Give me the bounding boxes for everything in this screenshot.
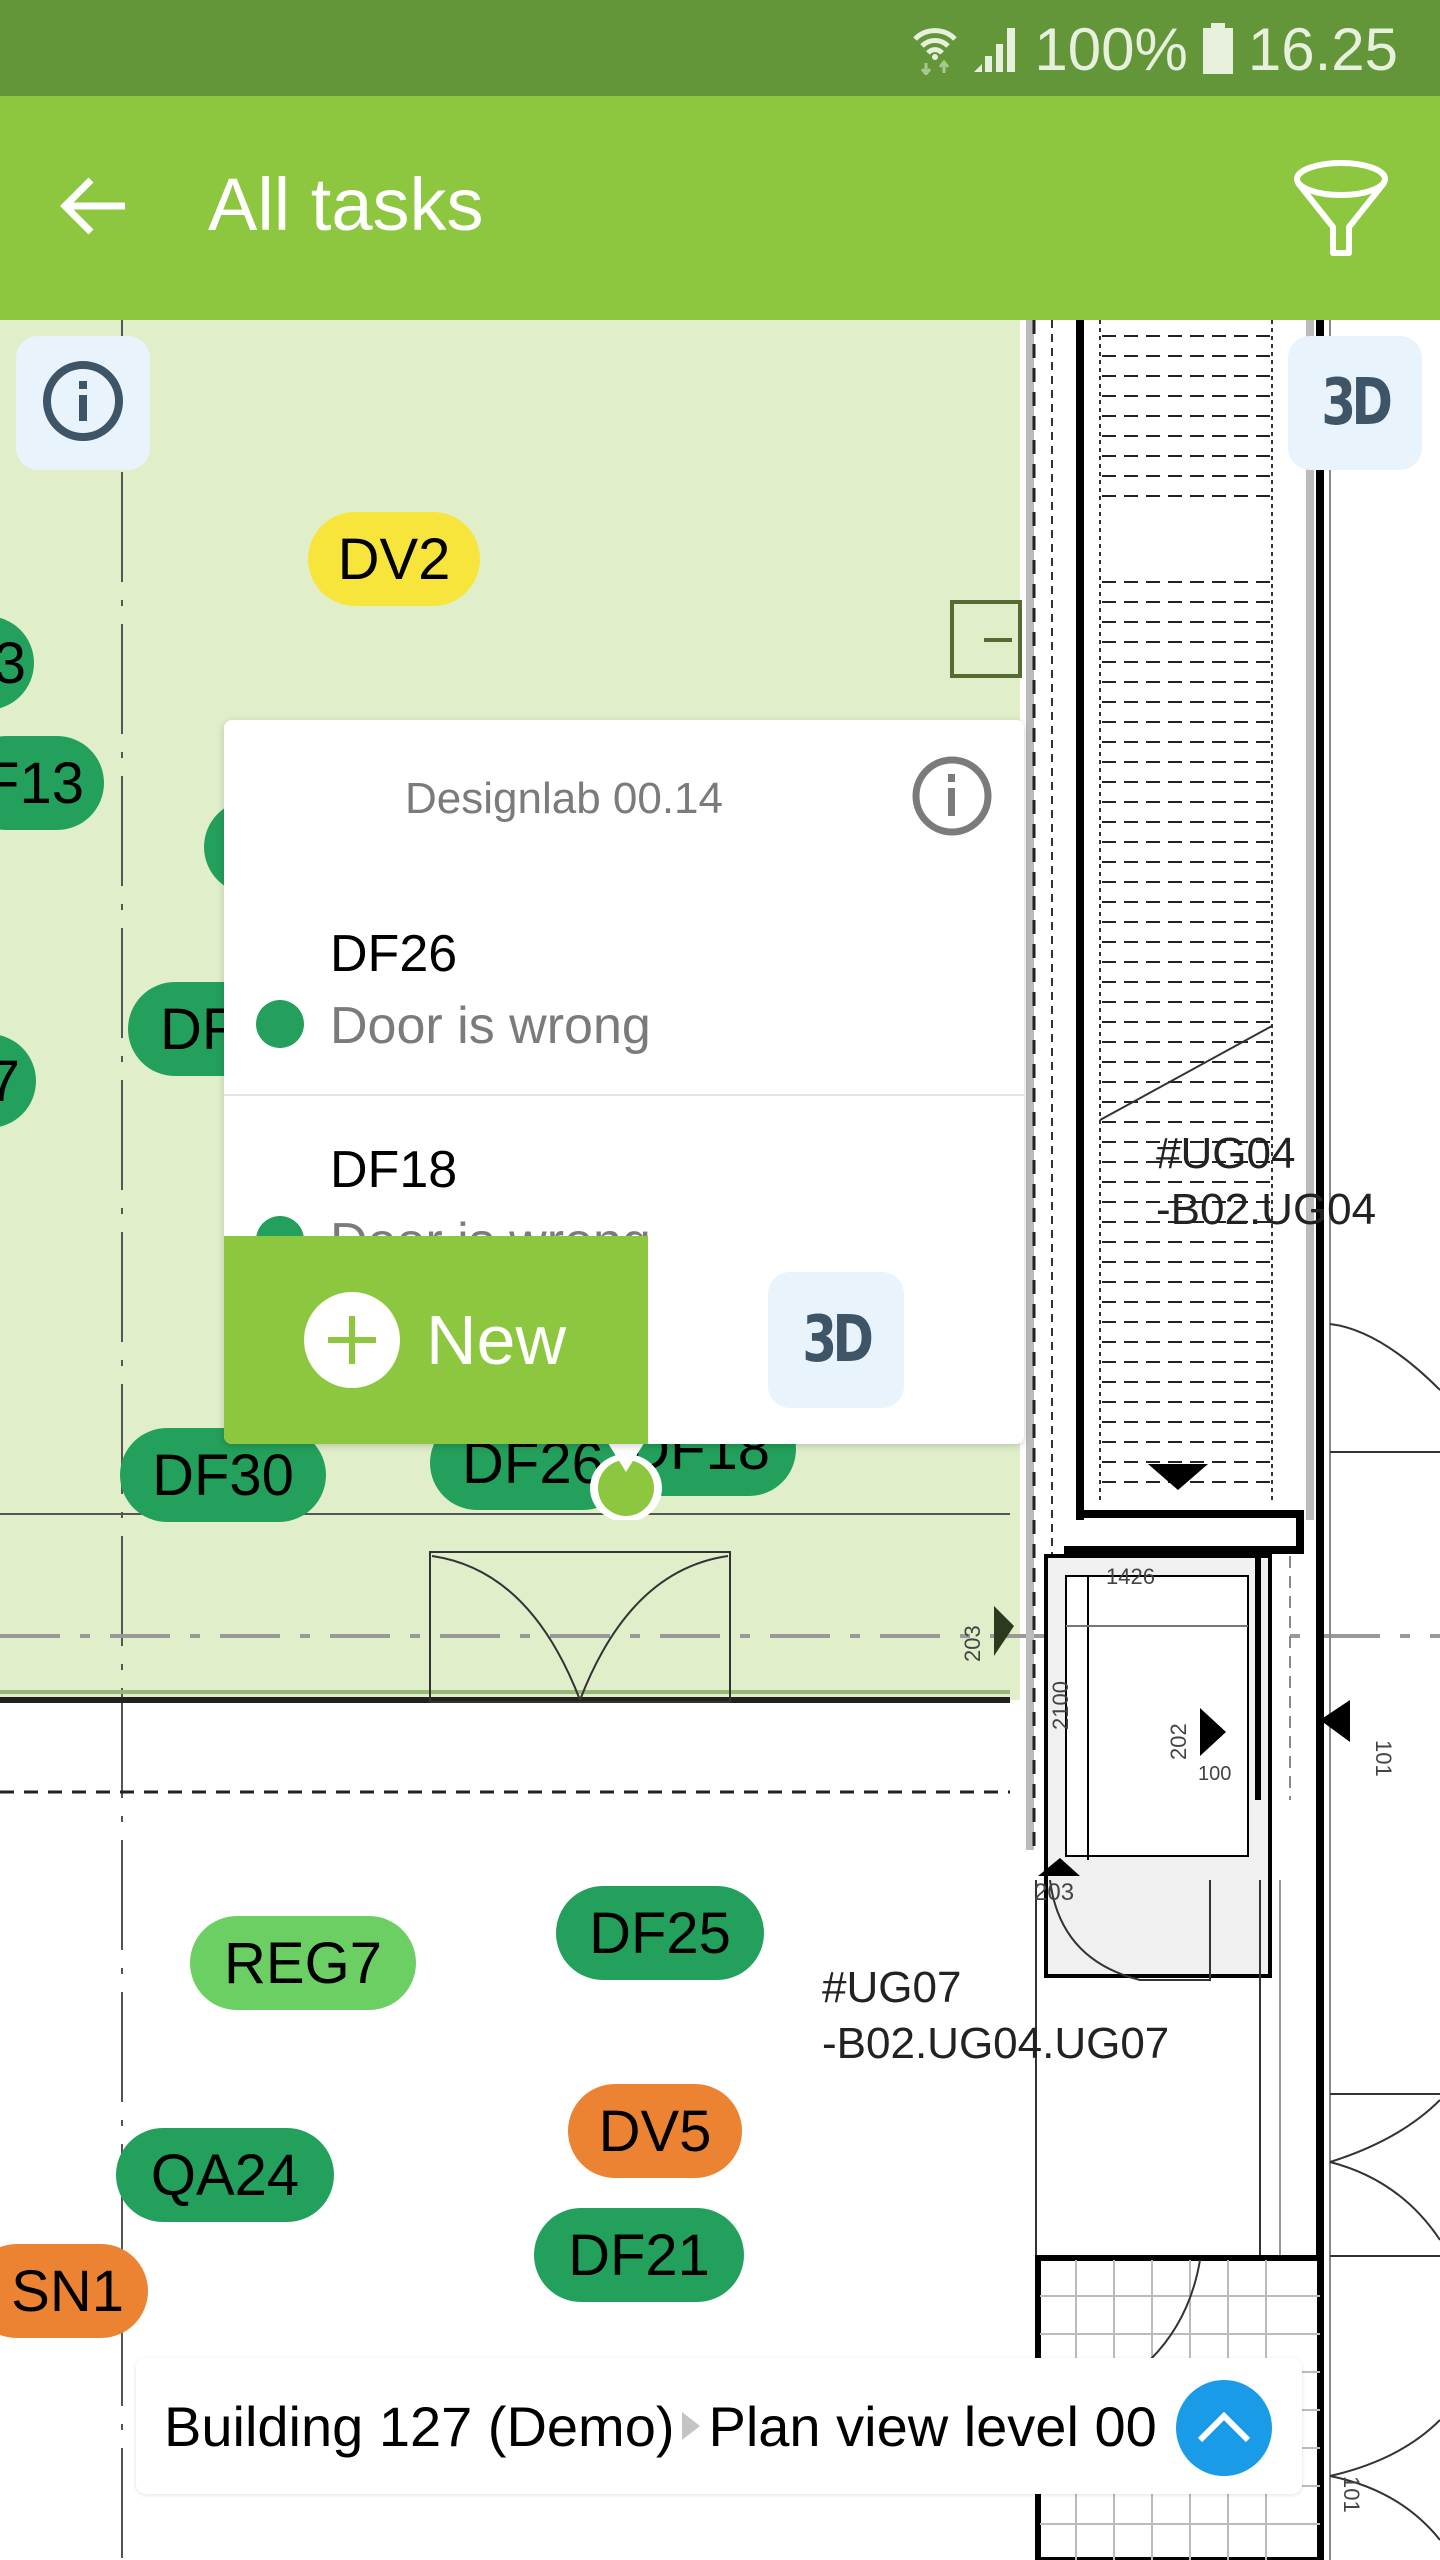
- task-pin[interactable]: DV5: [568, 2084, 742, 2178]
- wifi-icon: [912, 23, 958, 75]
- dimension-label: 2100: [1048, 1681, 1073, 1730]
- info-icon: [41, 359, 125, 448]
- pin-label: DF25: [589, 1900, 731, 1966]
- room-label-line: -B02.UG04.UG07: [822, 2019, 1170, 2068]
- signal-icon: [972, 24, 1020, 74]
- dimension-label: 101: [1339, 2476, 1364, 2513]
- pin-label: 3: [0, 630, 26, 696]
- status-bar: 100% 16.25: [0, 0, 1440, 96]
- task-list-item[interactable]: DF26 Door is wrong: [224, 880, 1024, 1096]
- arrow-left-icon: [59, 176, 129, 241]
- page-title: All tasks: [208, 163, 484, 246]
- dimension-label: 203: [1034, 1879, 1074, 1906]
- plus-icon: [304, 1292, 400, 1388]
- task-list[interactable]: DF26 Door is wrong DF18 Door is wrong: [224, 880, 1024, 1236]
- task-list-item[interactable]: DF18 Door is wrong: [224, 1096, 1024, 1236]
- task-pin[interactable]: F13: [0, 736, 104, 830]
- status-dot: [256, 1216, 304, 1236]
- pin-label: 7: [0, 1048, 20, 1114]
- pin-label: DV5: [598, 2098, 712, 2164]
- pin-label: DF21: [568, 2222, 710, 2288]
- pin-label: DV2: [337, 526, 451, 592]
- task-description: Door is wrong: [330, 997, 651, 1055]
- popup-title: Designlab 00.14: [404, 774, 723, 823]
- 3d-view-button[interactable]: 3D: [1288, 336, 1422, 470]
- status-dot: [256, 1000, 304, 1048]
- room-label-line: -B02.UG04: [1156, 1185, 1377, 1234]
- location-popup: Designlab 00.14 DF26 Door is wrong DF18 …: [224, 720, 1024, 1444]
- 3d-label: 3D: [802, 1303, 874, 1377]
- task-pin[interactable]: DF21: [534, 2208, 744, 2302]
- room-label-ug04: #UG04 -B02.UG04: [1156, 1126, 1376, 1238]
- info-icon: [910, 754, 994, 843]
- dimension-label: 100: [1198, 1763, 1231, 1785]
- new-task-button[interactable]: New: [224, 1236, 648, 1444]
- dimension-label: 1426: [1106, 1564, 1155, 1589]
- info-button[interactable]: [16, 336, 150, 470]
- expand-breadcrumb-button[interactable]: [1176, 2380, 1272, 2476]
- task-pin[interactable]: DV2: [308, 512, 480, 606]
- popup-info-button[interactable]: [910, 756, 994, 840]
- room-label-line: #UG04: [1156, 1129, 1296, 1178]
- funnel-filter-icon: [1291, 157, 1391, 262]
- 3d-label: 3D: [1321, 366, 1393, 440]
- task-id: DF18: [330, 1141, 458, 1199]
- chevron-up-icon: [1194, 2406, 1254, 2451]
- task-pin[interactable]: DF25: [556, 1886, 764, 1980]
- breadcrumb-item-plan[interactable]: Plan view level 00: [708, 2394, 1156, 2459]
- pin-label: REG7: [224, 1930, 382, 1996]
- selected-location-marker[interactable]: [586, 1440, 666, 1522]
- breadcrumb-item-building[interactable]: Building 127 (Demo): [164, 2394, 674, 2459]
- pin-label: QA24: [150, 2142, 300, 2208]
- dimension-label: 202: [1166, 1723, 1191, 1760]
- pin-label: DF30: [152, 1442, 294, 1508]
- app-bar: All tasks: [0, 96, 1440, 320]
- dimension-label: 203: [960, 1625, 985, 1662]
- clock: 16.25: [1247, 15, 1398, 83]
- filter-button[interactable]: [1286, 154, 1396, 264]
- popup-3d-button[interactable]: 3D: [768, 1272, 904, 1408]
- breadcrumb-separator-icon: [682, 2412, 701, 2440]
- breadcrumb: Building 127 (Demo) Plan view level 00: [136, 2358, 1302, 2494]
- battery-percent: 100%: [1034, 15, 1188, 83]
- task-pin[interactable]: REG7: [190, 1916, 416, 2010]
- room-label-line: #UG07: [822, 1963, 962, 2012]
- task-id: DF26: [330, 925, 458, 983]
- task-description: Door is wrong: [330, 1212, 651, 1236]
- pin-label: SN1: [11, 2258, 124, 2324]
- dimension-label: 101: [1371, 1740, 1396, 1777]
- popup-footer: New 3D: [224, 1236, 1024, 1444]
- pin-label: F13: [0, 750, 84, 816]
- room-label-ug07: #UG07 -B02.UG04.UG07: [822, 1960, 1169, 2072]
- task-pin[interactable]: SN1: [0, 2244, 148, 2338]
- task-pin[interactable]: QA24: [116, 2128, 334, 2222]
- battery-icon: [1202, 23, 1234, 75]
- new-button-label: New: [426, 1301, 567, 1379]
- back-button[interactable]: [52, 166, 136, 250]
- status-bar-indicators: 100% 16.25: [912, 14, 1398, 84]
